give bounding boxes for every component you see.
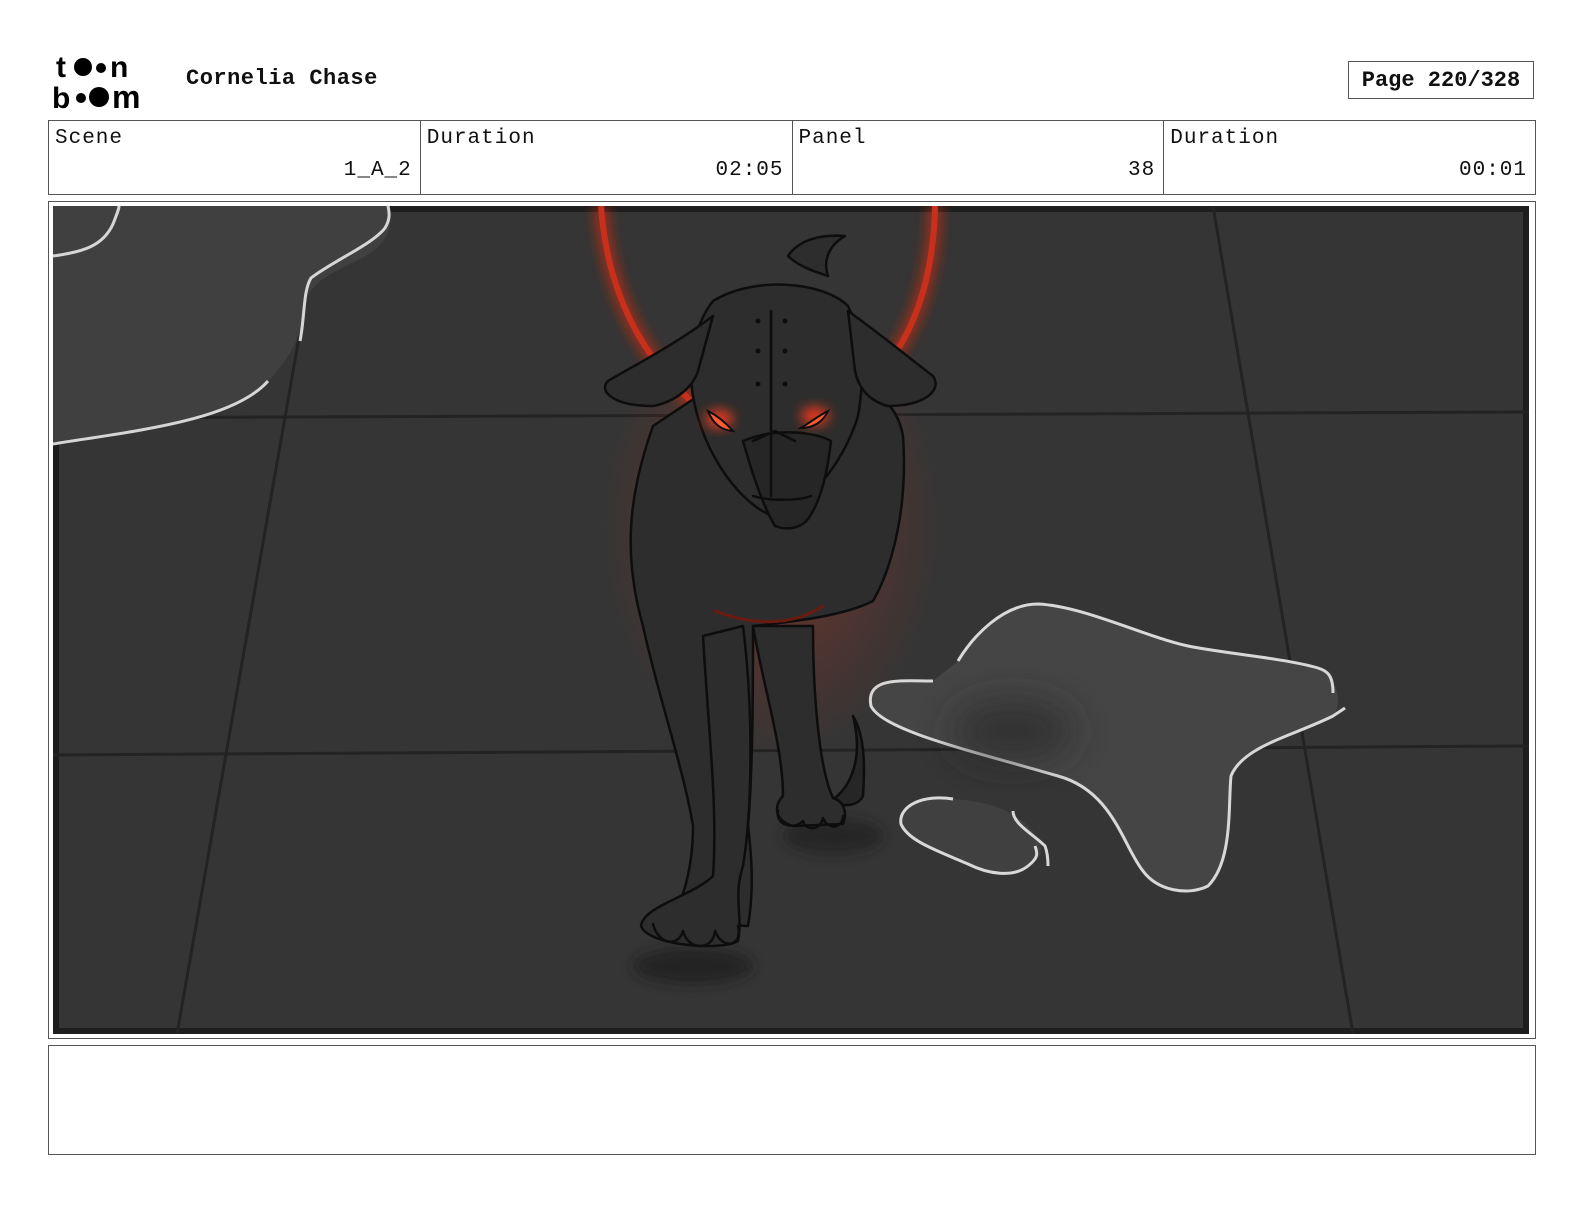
toon-boom-logo: t n b m [52,51,140,112]
project-title: Cornelia Chase [186,66,378,91]
page-indicator: Page 220/328 [1348,61,1534,99]
panel-label: Panel [798,127,867,150]
scene-duration-cell: Duration 02:05 [421,121,793,194]
panel-value: 38 [1128,159,1156,182]
panel-cell: Panel 38 [793,121,1165,194]
scene-duration-label: Duration [426,127,536,150]
svg-text:t: t [56,51,66,84]
panel-duration-value: 00:01 [1458,159,1527,182]
panel-notes-box [48,1045,1536,1155]
panel-duration-cell: Duration 00:01 [1164,121,1535,194]
scene-duration-value: 02:05 [715,159,784,182]
panel-info-row: Scene 1_A_2 Duration 02:05 Panel 38 Dura… [48,120,1536,195]
scene-label: Scene [55,127,124,150]
storyboard-panel [48,201,1536,1039]
scene-value: 1_A_2 [343,159,412,182]
panel-drawing [53,206,1529,1034]
scene-cell: Scene 1_A_2 [49,121,421,194]
svg-text:m: m [112,79,140,112]
panel-duration-label: Duration [1170,127,1280,150]
svg-text:b: b [52,82,70,112]
